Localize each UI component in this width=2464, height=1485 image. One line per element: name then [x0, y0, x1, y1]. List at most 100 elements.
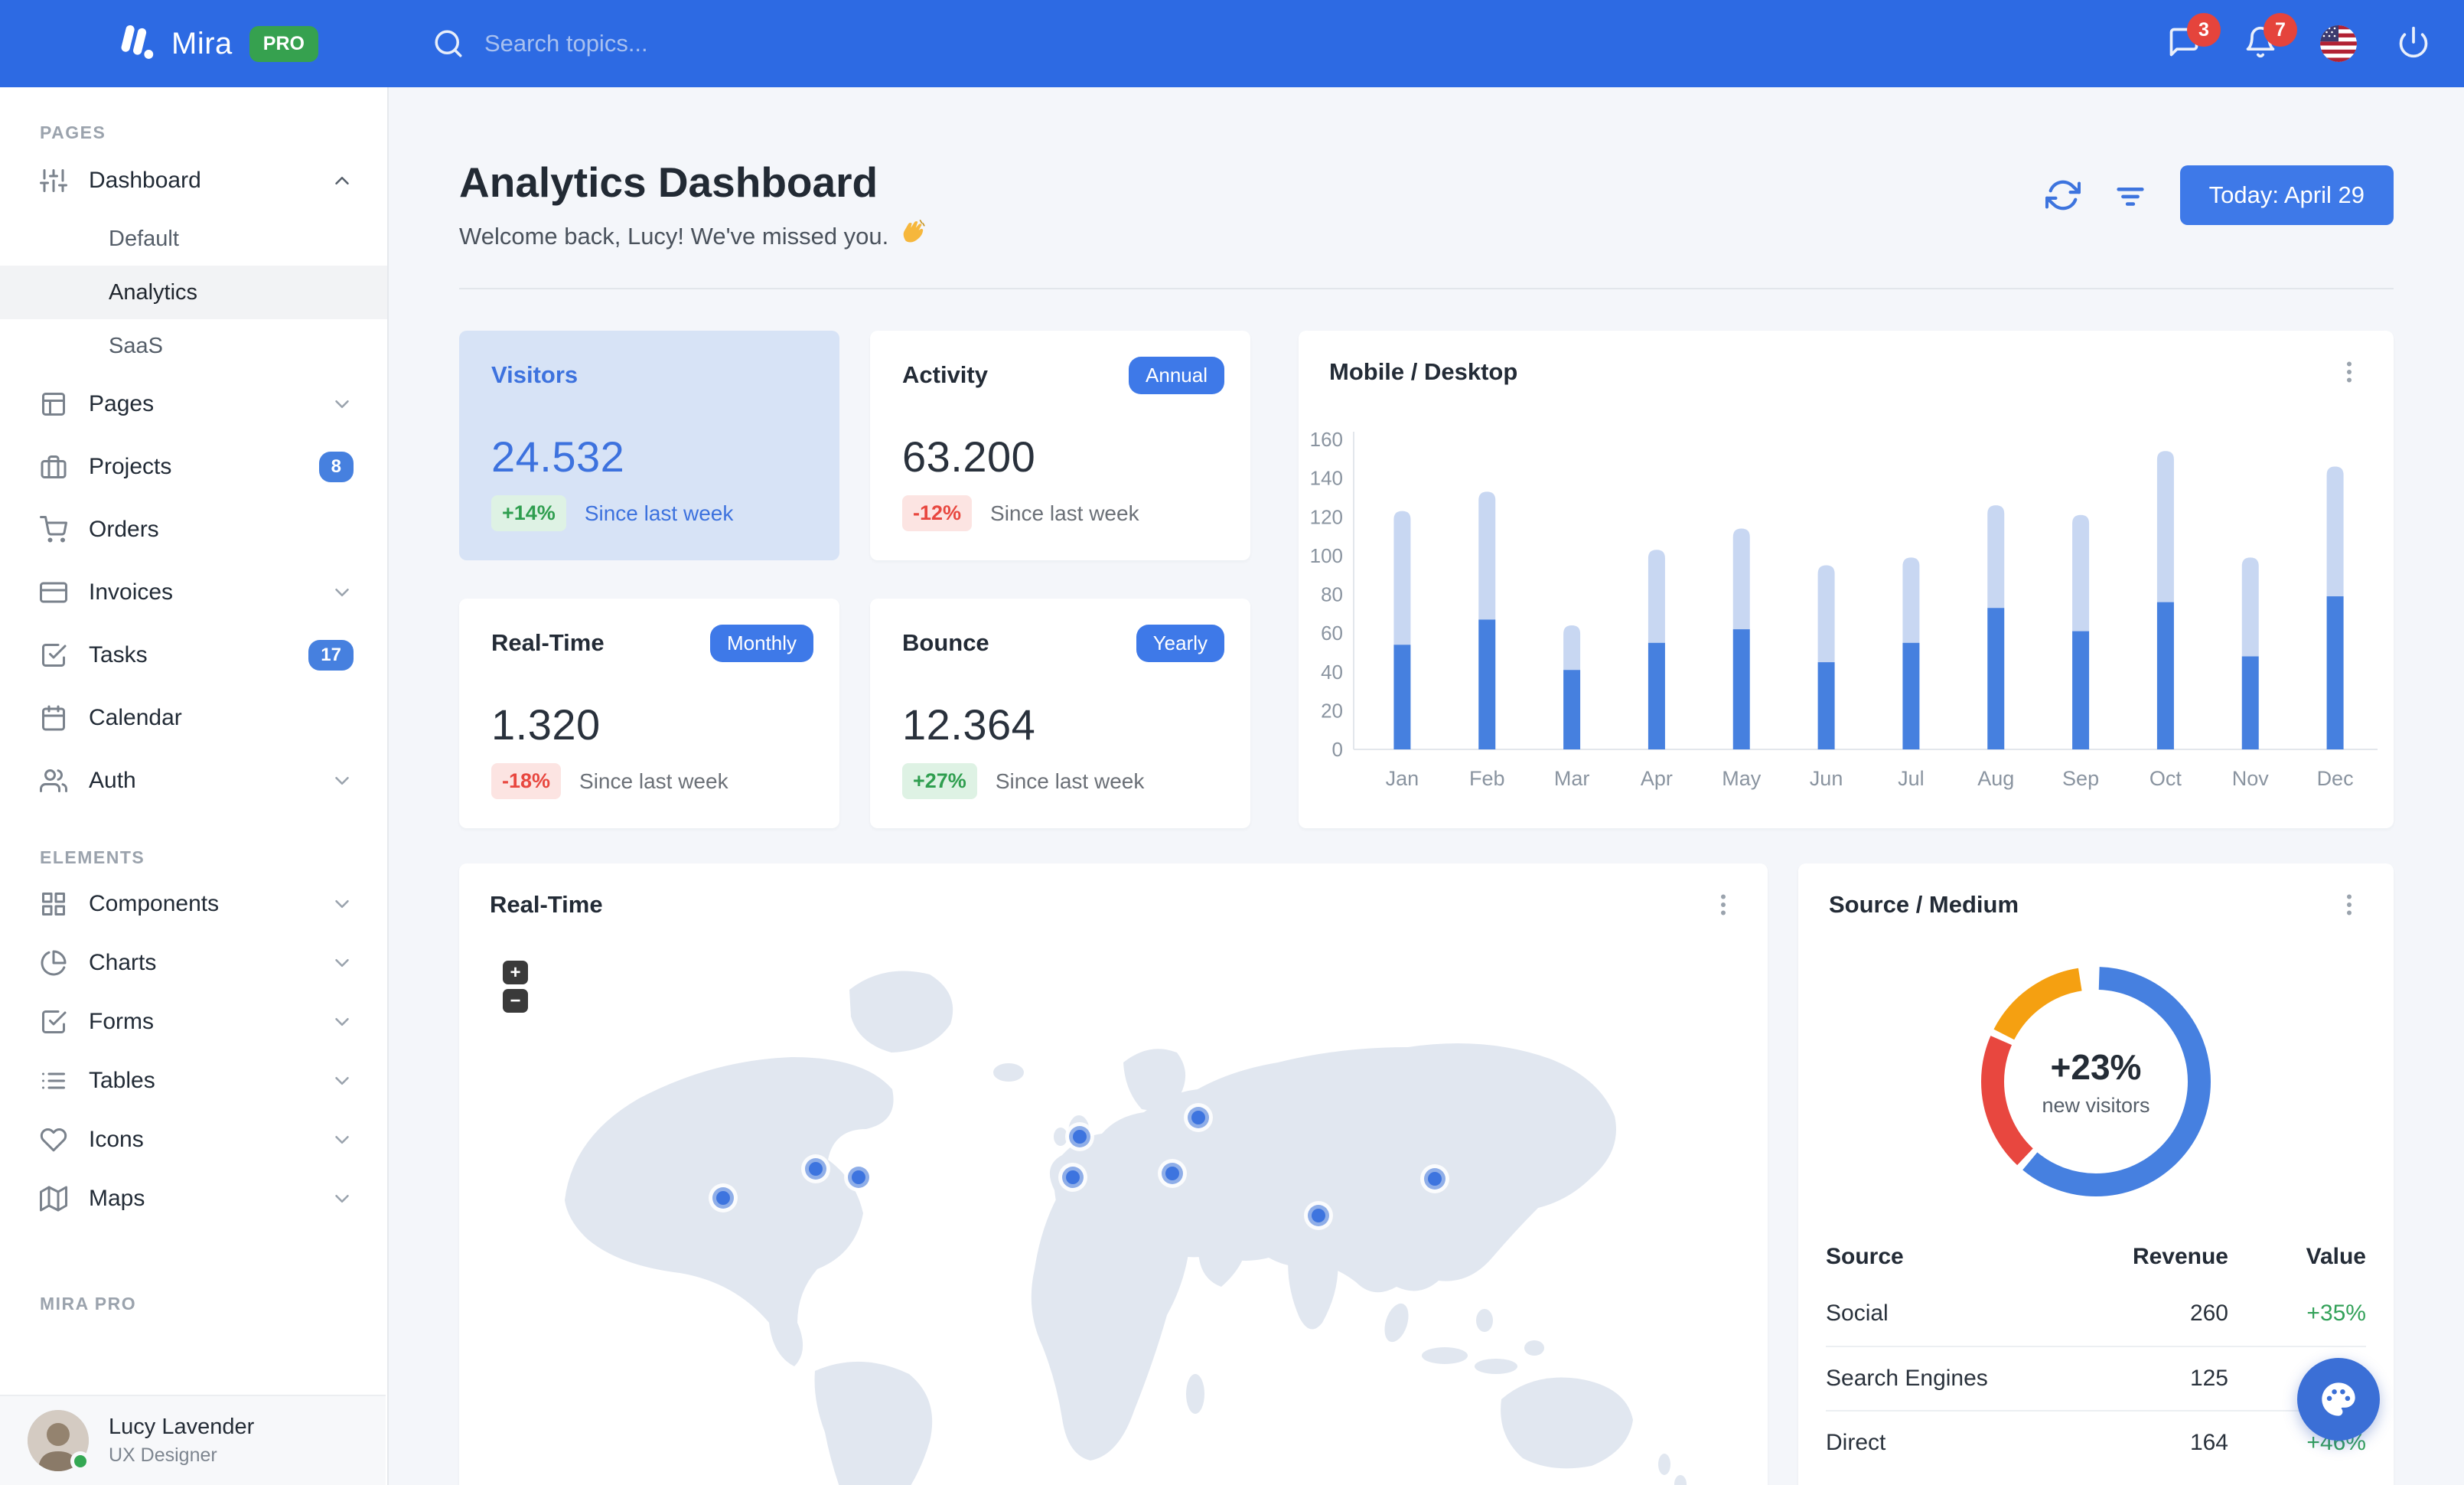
mobile-desktop-bar-chart: 0 20 40 60 80 100 120 140 160 Jan Feb Mar Apr May Jun J…	[1310, 428, 2378, 790]
map-title: Real-Time	[490, 891, 603, 918]
logout-button[interactable]	[2397, 25, 2433, 62]
sidebar-user[interactable]: Lucy Lavender UX Designer	[0, 1395, 386, 1485]
map-marker-uk[interactable]	[1065, 1122, 1094, 1151]
sidebar-item-forms[interactable]: Forms	[0, 992, 387, 1051]
map-marker-turkey[interactable]	[1158, 1159, 1187, 1188]
filter-button[interactable]	[2113, 178, 2148, 213]
chevron-down-icon	[331, 581, 354, 604]
header-divider	[459, 288, 2394, 289]
refresh-button[interactable]	[2045, 178, 2081, 213]
sidebar-subitem-label: Analytics	[109, 279, 198, 305]
messages-button[interactable]: 3	[2167, 13, 2221, 62]
svg-text:Feb: Feb	[1469, 767, 1505, 790]
main-content: Analytics Dashboard Welcome back, Lucy! …	[389, 87, 2464, 1485]
sidebar-item-charts[interactable]: Charts	[0, 933, 387, 992]
stat-period-badge[interactable]: Yearly	[1136, 625, 1224, 662]
sidebar-section-label: ELEMENTS	[40, 847, 145, 867]
sidebar-item-invoices[interactable]: Invoices	[0, 561, 387, 624]
sidebar-item-label: Icons	[89, 1126, 144, 1152]
sidebar-subitem-analytics[interactable]: Analytics	[0, 266, 387, 319]
stat-period-badge[interactable]: Annual	[1129, 357, 1224, 394]
chevron-down-icon	[331, 1069, 354, 1092]
pie-icon	[40, 949, 67, 977]
sidebar-section-label: MIRA PRO	[40, 1294, 137, 1314]
wave-hand-icon	[898, 219, 925, 254]
sidebar-item-label: Invoices	[89, 579, 174, 605]
palette-icon	[2322, 1382, 2355, 1416]
users-icon	[40, 767, 67, 795]
svg-text:120: 120	[1310, 505, 1343, 528]
svg-text:Jul: Jul	[1898, 767, 1925, 790]
grid-icon	[40, 890, 67, 918]
heart-icon	[40, 1126, 67, 1154]
stat-period-badge[interactable]: Monthly	[709, 625, 813, 662]
sidebar-subitem-default[interactable]: Default	[0, 212, 387, 266]
sidebar-item-label: Dashboard	[89, 168, 201, 193]
theme-settings-fab[interactable]	[2297, 1358, 2380, 1441]
map-marker-us-west[interactable]	[709, 1183, 738, 1212]
chevron-down-icon	[331, 951, 354, 974]
sidebar-item-projects[interactable]: Projects 8	[0, 436, 387, 498]
sidebar-item-components[interactable]: Components	[0, 874, 387, 933]
search-icon	[432, 28, 464, 60]
stat-cards: Visitors 24.532 +14% Since last week Activit…	[459, 331, 1250, 828]
chart-menu-button[interactable]	[2335, 358, 2363, 386]
brand[interactable]: Mira PRO	[115, 0, 318, 87]
source-cell: Social	[1826, 1301, 1889, 1326]
search-input[interactable]: Search topics...	[432, 0, 648, 87]
map-menu-button[interactable]	[1709, 891, 1737, 919]
notifications-button[interactable]: 7	[2244, 13, 2297, 62]
source-menu-button[interactable]	[2335, 891, 2363, 919]
sidebar-item-maps[interactable]: Maps	[0, 1169, 387, 1228]
stat-value: 12.364	[902, 700, 1036, 749]
user-name: Lucy Lavender	[109, 1415, 255, 1439]
check-square-icon	[40, 1008, 67, 1036]
revenue-cell: 260	[2189, 1301, 2228, 1326]
sidebar-item-orders[interactable]: Orders	[0, 498, 387, 561]
date-range-button[interactable]: Today: April 29	[2179, 165, 2394, 225]
map-marker-china[interactable]	[1420, 1164, 1449, 1193]
sidebar: PAGES Dashboard Default Analytics SaaS Pages P…	[0, 87, 389, 1485]
power-icon	[2399, 26, 2428, 58]
realtime-map-card: Real-Time + −	[459, 863, 1768, 1485]
map-icon	[40, 1185, 67, 1212]
value-cell: +35%	[2306, 1301, 2366, 1326]
pro-badge: PRO	[249, 25, 318, 62]
sidebar-subitem-saas[interactable]: SaaS	[0, 319, 387, 373]
sidebar-item-tables[interactable]: Tables	[0, 1051, 387, 1110]
map-marker-spain[interactable]	[1058, 1163, 1087, 1192]
cart-icon	[40, 516, 67, 543]
map-zoom-in-button[interactable]: +	[503, 961, 528, 984]
sidebar-item-label: Auth	[89, 768, 136, 793]
stat-value: 1.320	[491, 700, 601, 749]
sidebar-item-pages[interactable]: Pages	[0, 373, 387, 436]
svg-text:Jun: Jun	[1810, 767, 1843, 790]
donut-center-value: +23%	[2050, 1046, 2142, 1087]
sidebar-item-auth[interactable]: Auth	[0, 749, 387, 812]
map-marker-india[interactable]	[1304, 1201, 1333, 1230]
credit-card-icon	[40, 579, 67, 606]
world-map[interactable]	[467, 936, 1745, 1485]
sidebar-item-icons[interactable]: Icons	[0, 1110, 387, 1169]
svg-text:Sep: Sep	[2062, 767, 2099, 790]
sidebar-item-calendar[interactable]: Calendar	[0, 687, 387, 749]
list-icon	[40, 1067, 67, 1095]
sidebar-item-label: Tables	[89, 1067, 155, 1093]
svg-text:40: 40	[1321, 661, 1343, 684]
stat-delta-badge: +14%	[491, 495, 566, 531]
brand-name: Mira	[171, 26, 233, 60]
sidebar-item-tasks[interactable]: Tasks 17	[0, 624, 387, 687]
sidebar-item-dashboard[interactable]: Dashboard	[0, 149, 387, 212]
svg-text:0: 0	[1332, 738, 1343, 761]
svg-text:Nov: Nov	[2232, 767, 2270, 790]
language-flag-button[interactable]	[2320, 25, 2357, 62]
map-marker-us-midwest[interactable]	[801, 1154, 830, 1183]
map-marker-us-east[interactable]	[844, 1163, 873, 1192]
check-square-icon	[40, 641, 67, 669]
sidebar-item-label: Components	[89, 890, 220, 916]
sidebar-section-pages: PAGES Dashboard Default Analytics SaaS Pages P…	[0, 122, 387, 812]
chevron-down-icon	[331, 769, 354, 792]
map-marker-russia[interactable]	[1184, 1103, 1213, 1132]
sidebar-subitem-label: Default	[109, 226, 179, 251]
map-zoom-out-button[interactable]: −	[503, 989, 528, 1013]
